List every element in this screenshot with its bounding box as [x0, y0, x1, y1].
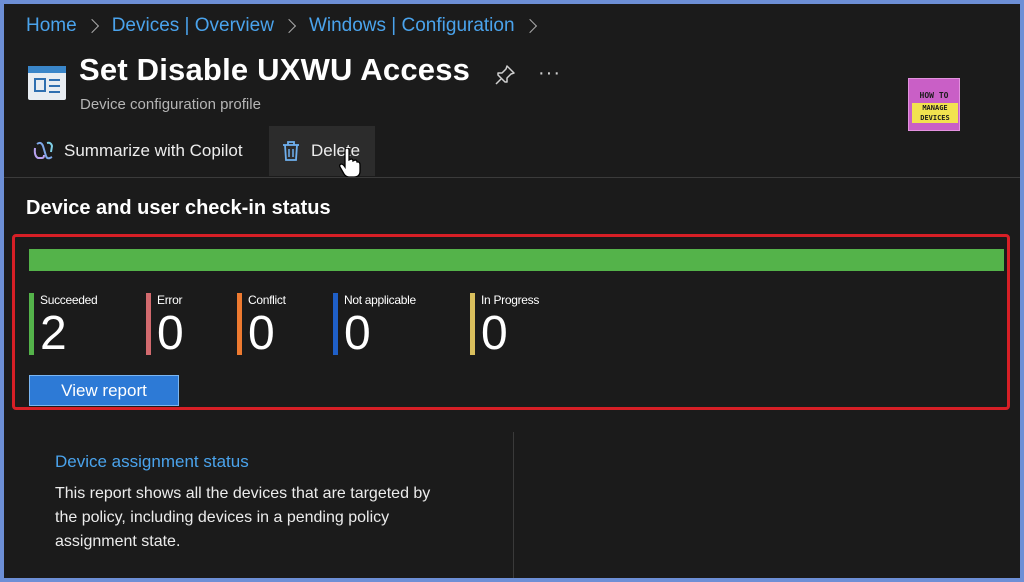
more-options-icon[interactable]: ···: [538, 62, 561, 85]
stat-value: 0: [344, 307, 371, 360]
checkin-progress-bar: [29, 249, 1004, 271]
page-title: Set Disable UXWU Access: [79, 52, 471, 87]
stat-label: Not applicable: [344, 293, 416, 307]
breadcrumb-home[interactable]: Home: [26, 15, 77, 37]
trash-icon: [283, 141, 299, 161]
summarize-copilot-button[interactable]: Summarize with Copilot: [32, 126, 243, 176]
chevron-right-icon: [84, 18, 99, 34]
stat-color-bar: [333, 293, 338, 355]
configuration-profile-icon: [28, 66, 66, 100]
logo-line-2: MANAGE DEVICES: [912, 103, 958, 123]
copilot-button-label: Summarize with Copilot: [64, 141, 243, 160]
breadcrumb-devices-overview[interactable]: Devices | Overview: [112, 15, 274, 37]
stat-label: In Progress: [481, 293, 540, 307]
howto-manage-devices-logo: HOW TO MANAGE DEVICES: [908, 78, 960, 131]
checkin-status-panel: Succeeded 2 Error 0 Conflict 0 Not appli…: [12, 234, 1010, 410]
stat-value: 0: [481, 307, 508, 360]
copilot-icon: [33, 141, 54, 160]
stat-value: 0: [157, 307, 184, 360]
hand-cursor-icon: [339, 148, 361, 178]
app-frame: Home Devices | Overview Windows | Config…: [4, 4, 1020, 578]
chevron-right-icon: [522, 18, 537, 34]
device-assignment-link[interactable]: Device assignment status: [55, 452, 249, 472]
view-report-button[interactable]: View report: [29, 375, 179, 406]
stat-value: 0: [248, 307, 275, 360]
logo-line-1: HOW TO: [919, 91, 949, 100]
stat-label: Error: [157, 293, 183, 307]
stat-label: Succeeded: [40, 293, 98, 307]
toolbar-divider: [4, 177, 1020, 178]
stat-color-bar: [29, 293, 34, 355]
page-subtitle: Device configuration profile: [80, 96, 261, 113]
pin-icon[interactable]: [494, 64, 516, 86]
stat-value: 2: [40, 307, 67, 360]
stat-color-bar: [237, 293, 242, 355]
breadcrumb: Home Devices | Overview Windows | Config…: [26, 15, 550, 37]
breadcrumb-windows-configuration[interactable]: Windows | Configuration: [309, 15, 515, 37]
progress-fill-succeeded: [29, 249, 1004, 271]
checkin-status-title: Device and user check-in status: [26, 197, 331, 219]
stat-color-bar: [146, 293, 151, 355]
stat-color-bar: [470, 293, 475, 355]
device-assignment-description: This report shows all the devices that a…: [55, 485, 431, 550]
device-assignment-card: Device assignment status This report sho…: [28, 432, 514, 578]
chevron-right-icon: [281, 18, 297, 34]
stat-label: Conflict: [248, 293, 286, 307]
